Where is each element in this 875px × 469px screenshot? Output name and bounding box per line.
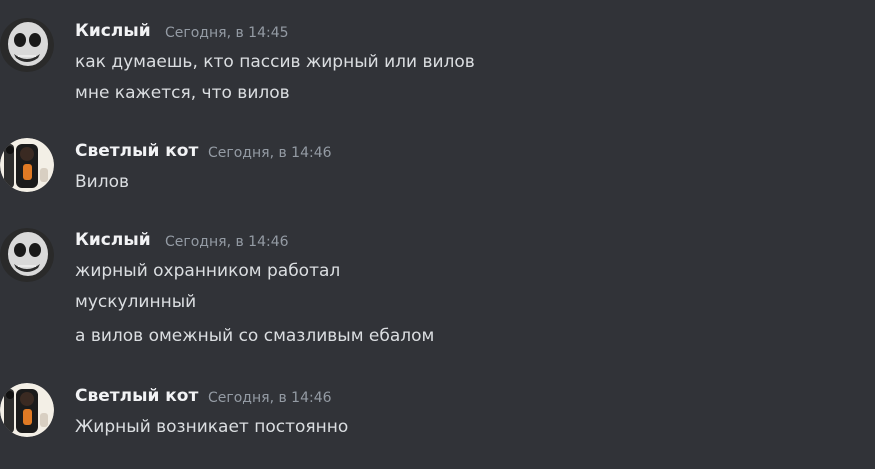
message-timestamp: Сегодня, в 14:46	[165, 234, 289, 250]
author-name[interactable]: Светлый кот	[75, 385, 198, 407]
message-text: мускулинный	[75, 292, 197, 312]
message-text: мне кажется, что вилов	[75, 83, 290, 103]
message-text: жирный охранником работал	[75, 261, 341, 281]
message-text: а вилов омежный со смазливым ебалом	[75, 326, 435, 346]
avatar[interactable]	[0, 18, 54, 72]
cat-figure-icon	[0, 383, 54, 437]
message-text: как думаешь, кто пассив жирный или вилов	[75, 52, 475, 72]
message-timestamp: Сегодня, в 14:46	[208, 145, 332, 161]
author-name[interactable]: Кислый	[75, 20, 151, 42]
author-name[interactable]: Светлый кот	[75, 140, 198, 162]
chat-messages: Кислый Сегодня, в 14:45 как думаешь, кто…	[0, 0, 875, 469]
avatar[interactable]	[0, 383, 54, 437]
skull-face-icon	[0, 228, 54, 282]
avatar[interactable]	[0, 138, 54, 192]
message-timestamp: Сегодня, в 14:46	[208, 390, 332, 406]
cat-figure-icon	[0, 138, 54, 192]
author-name[interactable]: Кислый	[75, 229, 151, 251]
message-text: Вилов	[75, 172, 129, 192]
message-text: Жирный возникает постоянно	[75, 417, 349, 437]
avatar[interactable]	[0, 228, 54, 282]
skull-face-icon	[0, 18, 54, 72]
message-timestamp: Сегодня, в 14:45	[165, 25, 289, 41]
